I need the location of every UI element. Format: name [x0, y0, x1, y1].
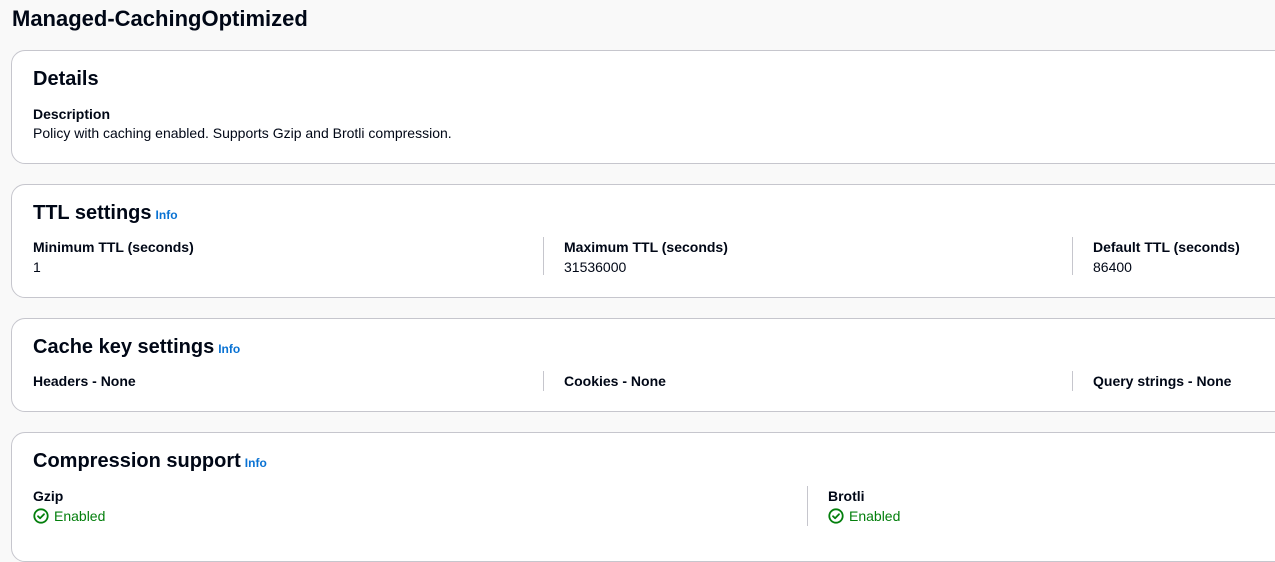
- gzip-field: Gzip Enabled: [33, 486, 105, 526]
- maximum-ttl-label: Maximum TTL (seconds): [564, 239, 728, 255]
- default-ttl-label: Default TTL (seconds): [1093, 239, 1240, 255]
- query-strings-field: Query strings - None: [1093, 371, 1231, 391]
- column-divider: [1072, 371, 1073, 391]
- cache-key-settings-title: Cache key settings: [33, 336, 215, 358]
- description-label: Description: [33, 106, 111, 122]
- minimum-ttl-value: 1: [33, 259, 41, 275]
- query-strings-label: Query strings - None: [1093, 373, 1232, 389]
- compression-support-container: Compression support Info Gzip Enabled Bro…: [11, 432, 1275, 562]
- ttl-settings-title: TTL settings: [33, 202, 152, 224]
- headers-field: Headers - None: [33, 371, 136, 391]
- default-ttl-field: Default TTL (seconds) 86400: [1093, 237, 1240, 277]
- page-title: Managed-CachingOptimized: [12, 6, 308, 31]
- headers-label: Headers - None: [33, 373, 136, 389]
- status-positive-icon: [33, 508, 49, 524]
- column-divider: [543, 237, 544, 275]
- cookies-field: Cookies - None: [564, 371, 666, 391]
- default-ttl-value: 86400: [1093, 259, 1132, 275]
- minimum-ttl-field: Minimum TTL (seconds) 1: [33, 237, 194, 277]
- details-heading: Details: [33, 68, 99, 90]
- minimum-ttl-label: Minimum TTL (seconds): [33, 239, 194, 255]
- cache-key-info-link[interactable]: Info: [218, 342, 240, 356]
- ttl-settings-heading: TTL settings Info: [33, 200, 178, 228]
- compression-info-link[interactable]: Info: [245, 456, 267, 470]
- gzip-status: Enabled: [33, 506, 105, 526]
- cache-key-settings-container: Cache key settings Info Headers - None Co…: [11, 318, 1275, 412]
- brotli-label: Brotli: [828, 488, 865, 504]
- brotli-status: Enabled: [828, 506, 900, 526]
- brotli-field: Brotli Enabled: [828, 486, 900, 526]
- maximum-ttl-value: 31536000: [564, 259, 627, 275]
- status-positive-icon: [828, 508, 844, 524]
- compression-support-title: Compression support: [33, 450, 241, 472]
- gzip-label: Gzip: [33, 488, 64, 504]
- gzip-status-text: Enabled: [54, 508, 106, 524]
- description-field: Description Policy with caching enabled.…: [33, 104, 452, 143]
- column-divider: [1072, 237, 1073, 275]
- description-value: Policy with caching enabled. Supports Gz…: [33, 125, 452, 141]
- ttl-settings-container: TTL settings Info Minimum TTL (seconds) 1…: [11, 184, 1275, 298]
- ttl-info-link[interactable]: Info: [156, 208, 178, 222]
- maximum-ttl-field: Maximum TTL (seconds) 31536000: [564, 237, 728, 277]
- brotli-status-text: Enabled: [849, 508, 901, 524]
- column-divider: [807, 486, 808, 526]
- compression-support-heading: Compression support Info: [33, 448, 267, 476]
- cache-key-settings-heading: Cache key settings Info: [33, 334, 240, 362]
- column-divider: [543, 371, 544, 391]
- details-container: Details Description Policy with caching …: [11, 50, 1275, 164]
- cookies-label: Cookies - None: [564, 373, 666, 389]
